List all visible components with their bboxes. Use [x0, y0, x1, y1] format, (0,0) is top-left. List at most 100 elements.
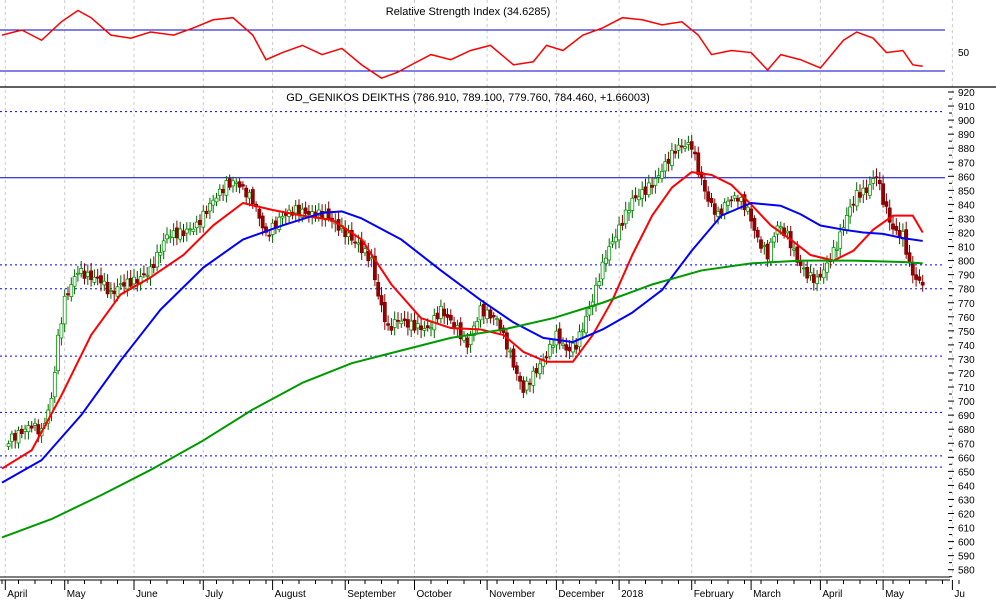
month-label: March	[753, 589, 781, 600]
candle-down	[887, 207, 892, 223]
candle-up	[739, 196, 744, 202]
candle-down	[528, 382, 532, 385]
candle-down	[514, 365, 519, 374]
candle-up	[584, 315, 588, 334]
candle-down	[521, 380, 526, 393]
candle-down	[198, 219, 202, 225]
y-tick-label: 630	[958, 495, 975, 506]
candle-down	[729, 199, 734, 202]
candle-up	[178, 228, 183, 240]
candle-up	[62, 295, 67, 325]
candle-up	[627, 210, 631, 214]
candle-up	[868, 184, 872, 196]
candle-up	[409, 320, 414, 331]
candle-down	[693, 151, 697, 155]
candle-up	[23, 428, 28, 432]
y-tick-label: 800	[958, 257, 975, 268]
month-label: February	[694, 589, 734, 600]
candle-up	[554, 330, 559, 346]
candle-down	[112, 290, 117, 295]
candle-up	[478, 305, 483, 321]
candle-down	[89, 270, 93, 281]
candle-down	[877, 180, 882, 184]
candle-down	[917, 276, 922, 281]
candle-up	[686, 142, 691, 145]
y-tick-label: 850	[958, 186, 975, 197]
candle-down	[66, 293, 70, 296]
candle-down	[237, 181, 242, 188]
candle-up	[660, 171, 664, 179]
candle-down	[491, 315, 496, 318]
candle-down	[221, 189, 226, 194]
y-tick-label: 910	[958, 102, 975, 113]
candle-down	[894, 225, 899, 231]
candle-up	[656, 175, 661, 178]
candle-up	[231, 180, 235, 187]
candle-up	[808, 271, 813, 277]
month-label: April	[822, 589, 842, 600]
candle-up	[792, 248, 796, 251]
candle-down	[141, 273, 146, 276]
candle-down	[135, 279, 140, 284]
candle-down	[95, 276, 100, 279]
candle-up	[653, 177, 658, 186]
candle-down	[326, 208, 331, 219]
candle-up	[722, 202, 727, 215]
candle-up	[247, 191, 252, 199]
candle-up	[346, 232, 351, 238]
candle-down	[689, 141, 694, 150]
y-tick-label: 780	[958, 285, 975, 296]
candle-down	[752, 218, 757, 231]
candle-up	[194, 221, 199, 229]
candle-up	[224, 180, 229, 196]
candle-down	[151, 264, 156, 269]
candle-down	[504, 332, 509, 350]
candle-up	[551, 345, 555, 348]
candle-down	[19, 428, 24, 434]
candle-down	[858, 192, 862, 198]
candle-down	[128, 277, 133, 287]
candle-down	[904, 229, 909, 255]
candle-up	[132, 276, 136, 285]
candle-up	[871, 178, 876, 184]
candle-up	[161, 240, 166, 252]
candle-down	[227, 178, 232, 188]
candle-up	[485, 309, 490, 320]
candle-up	[825, 262, 829, 273]
candle-down	[303, 207, 308, 214]
month-label: August	[275, 589, 306, 600]
candle-up	[72, 276, 77, 287]
candle-up	[392, 319, 397, 328]
candle-down	[244, 187, 249, 198]
candle-up	[600, 261, 605, 280]
candle-down	[673, 150, 678, 154]
candle-down	[379, 295, 384, 306]
y-tick-label: 770	[958, 299, 975, 310]
moving-average-line	[1, 259, 923, 539]
candle-down	[805, 266, 810, 279]
month-label: Ju	[954, 589, 965, 600]
candle-up	[580, 329, 585, 332]
candle-down	[267, 234, 272, 237]
candle-up	[630, 197, 635, 211]
candle-down	[82, 270, 87, 279]
y-tick-label: 740	[958, 341, 975, 352]
y-tick-label: 750	[958, 327, 975, 338]
candle-up	[280, 215, 285, 219]
candle-up	[217, 188, 222, 196]
candle-up	[646, 182, 651, 196]
candle-up	[69, 284, 74, 297]
candle-up	[772, 236, 777, 243]
candle-up	[835, 248, 839, 251]
candle-down	[703, 180, 707, 192]
candle-up	[26, 425, 31, 433]
candle-down	[666, 158, 671, 164]
y-tick-label: 820	[958, 229, 975, 240]
month-label: 2018	[621, 589, 644, 600]
candle-down	[435, 312, 440, 320]
candle-up	[188, 228, 193, 231]
candle-up	[118, 283, 123, 286]
candle-up	[561, 343, 565, 346]
candle-down	[306, 211, 311, 215]
candle-down	[920, 281, 925, 286]
